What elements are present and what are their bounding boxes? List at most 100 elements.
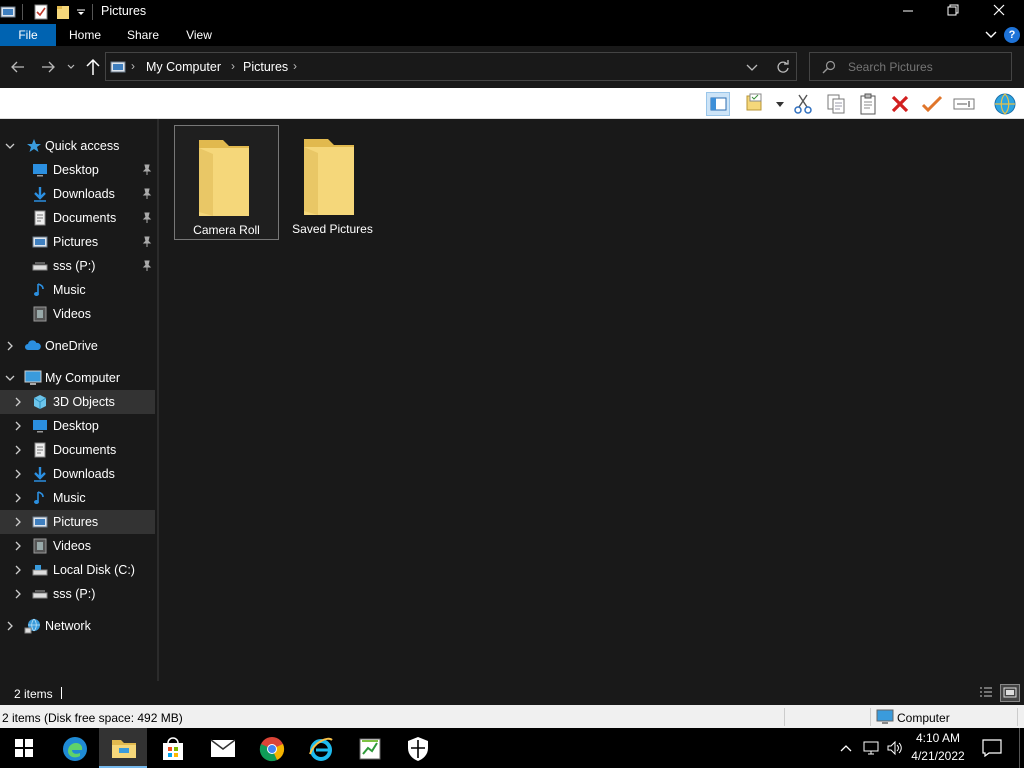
chevron-right-icon[interactable] xyxy=(4,620,16,632)
computer-item-documents[interactable]: Documents xyxy=(0,438,155,462)
chevron-down-icon[interactable] xyxy=(4,140,16,152)
computer-item-desktop[interactable]: Desktop xyxy=(0,414,155,438)
search-input[interactable] xyxy=(848,58,1008,76)
start-button[interactable] xyxy=(0,728,48,768)
pin-icon[interactable] xyxy=(141,164,153,176)
paste-icon[interactable] xyxy=(856,92,880,116)
minimize-button[interactable] xyxy=(891,0,925,24)
properties-icon[interactable] xyxy=(34,4,48,20)
show-desktop-button[interactable] xyxy=(1019,728,1024,768)
tab-share[interactable]: Share xyxy=(118,24,168,46)
chevron-right-icon[interactable] xyxy=(12,492,24,504)
notification-icon[interactable] xyxy=(982,739,1002,757)
quick-access-item-music[interactable]: Music xyxy=(0,278,155,302)
computer-item-videos[interactable]: Videos xyxy=(0,534,155,558)
chrome-icon[interactable] xyxy=(247,728,295,768)
properties-icon[interactable] xyxy=(743,92,767,116)
restore-button[interactable] xyxy=(936,0,970,24)
computer-item-downloads[interactable]: Downloads xyxy=(0,462,155,486)
computer-icon xyxy=(24,370,42,386)
network-node[interactable]: Network xyxy=(0,614,155,638)
disk-space-info: 2 items (Disk free space: 492 MB) xyxy=(2,711,183,725)
downloads-icon xyxy=(32,466,48,482)
computer-item-music[interactable]: Music xyxy=(0,486,155,510)
folder-item[interactable]: Saved Pictures xyxy=(280,125,385,240)
computer-item-pictures[interactable]: Pictures xyxy=(0,510,155,534)
quick-access-item-desktop[interactable]: Desktop xyxy=(0,158,155,182)
expand-ribbon-icon[interactable] xyxy=(984,29,998,41)
quick-access-item-downloads[interactable]: Downloads xyxy=(0,182,155,206)
onedrive-node[interactable]: OneDrive xyxy=(0,334,155,358)
checkmark-icon[interactable] xyxy=(920,92,944,116)
network-tray-icon[interactable] xyxy=(862,739,880,757)
quick-access-item-sss-drive[interactable]: sss (P:) xyxy=(0,254,155,278)
close-button[interactable] xyxy=(982,0,1016,24)
folder-item[interactable]: Camera Roll xyxy=(174,125,279,240)
mail-icon[interactable] xyxy=(198,728,246,768)
file-explorer-taskbar-button[interactable] xyxy=(99,728,147,768)
volume-icon[interactable] xyxy=(886,739,904,757)
help-icon[interactable]: ? xyxy=(1004,27,1020,43)
chevron-down-icon[interactable] xyxy=(4,372,16,384)
back-button[interactable] xyxy=(10,59,26,75)
pin-icon[interactable] xyxy=(141,260,153,272)
quick-access-item-documents[interactable]: Documents xyxy=(0,206,155,230)
quick-access-item-pictures[interactable]: Pictures xyxy=(0,230,155,254)
navigation-pane-icon[interactable] xyxy=(706,92,730,116)
music-icon xyxy=(32,282,48,298)
large-icons-view-icon[interactable] xyxy=(1000,684,1020,702)
breadcrumb-my-computer[interactable]: My Computer xyxy=(146,60,221,74)
clock-date[interactable]: 4/21/2022 xyxy=(908,749,968,763)
chevron-up-icon[interactable] xyxy=(839,741,853,755)
chevron-right-icon[interactable] xyxy=(12,588,24,600)
quick-access-node[interactable]: Quick access xyxy=(0,134,155,158)
clock-time[interactable]: 4:10 AM xyxy=(908,731,968,745)
breadcrumb-pictures[interactable]: Pictures xyxy=(243,60,288,74)
up-button[interactable] xyxy=(85,58,101,76)
chevron-right-icon[interactable] xyxy=(12,540,24,552)
tab-file[interactable]: File xyxy=(0,24,56,46)
pin-icon[interactable] xyxy=(141,236,153,248)
tab-view[interactable]: View xyxy=(176,24,222,46)
folder-icon xyxy=(298,133,360,217)
computer-item-sss-drive[interactable]: sss (P:) xyxy=(0,582,155,606)
rename-icon[interactable] xyxy=(952,92,976,116)
pin-icon[interactable] xyxy=(141,212,153,224)
store-icon[interactable] xyxy=(148,728,196,768)
customize-qat-icon[interactable] xyxy=(76,7,86,17)
search-box[interactable] xyxy=(809,52,1012,81)
copy-icon[interactable] xyxy=(824,92,848,116)
address-dropdown-icon[interactable] xyxy=(746,62,758,72)
pin-icon[interactable] xyxy=(141,188,153,200)
recent-locations-icon[interactable] xyxy=(66,62,76,72)
details-view-icon[interactable] xyxy=(978,685,994,701)
globe-icon[interactable] xyxy=(992,92,1016,116)
internet-explorer-icon[interactable] xyxy=(296,728,344,768)
nav-label: sss (P:) xyxy=(53,587,96,601)
chevron-down-icon[interactable] xyxy=(776,102,784,108)
chevron-right-icon[interactable] xyxy=(12,468,24,480)
edge-icon[interactable] xyxy=(50,728,98,768)
delete-icon[interactable] xyxy=(888,92,912,116)
address-bar[interactable]: › My Computer › Pictures › xyxy=(105,52,797,81)
chevron-right-icon[interactable] xyxy=(12,420,24,432)
chevron-right-icon[interactable] xyxy=(12,444,24,456)
my-computer-node[interactable]: My Computer xyxy=(0,366,155,390)
quick-access-item-videos[interactable]: Videos xyxy=(0,302,155,326)
security-shield-icon[interactable] xyxy=(394,728,442,768)
notepad-chart-icon[interactable] xyxy=(345,728,393,768)
chevron-right-icon[interactable] xyxy=(12,564,24,576)
refresh-icon[interactable] xyxy=(776,59,790,75)
pictures-icon xyxy=(32,234,48,250)
new-folder-icon[interactable] xyxy=(56,4,70,20)
chevron-right-icon[interactable] xyxy=(12,396,24,408)
title-bar: Pictures xyxy=(0,0,1024,24)
computer-item-local-disk[interactable]: Local Disk (C:) xyxy=(0,558,155,582)
computer-item-3d-objects[interactable]: 3D Objects xyxy=(0,390,155,414)
tab-home[interactable]: Home xyxy=(60,24,110,46)
chevron-right-icon[interactable] xyxy=(4,340,16,352)
forward-button[interactable] xyxy=(40,59,56,75)
chevron-right-icon[interactable] xyxy=(12,516,24,528)
window-app-icon[interactable] xyxy=(0,4,16,20)
cut-icon[interactable] xyxy=(791,92,815,116)
